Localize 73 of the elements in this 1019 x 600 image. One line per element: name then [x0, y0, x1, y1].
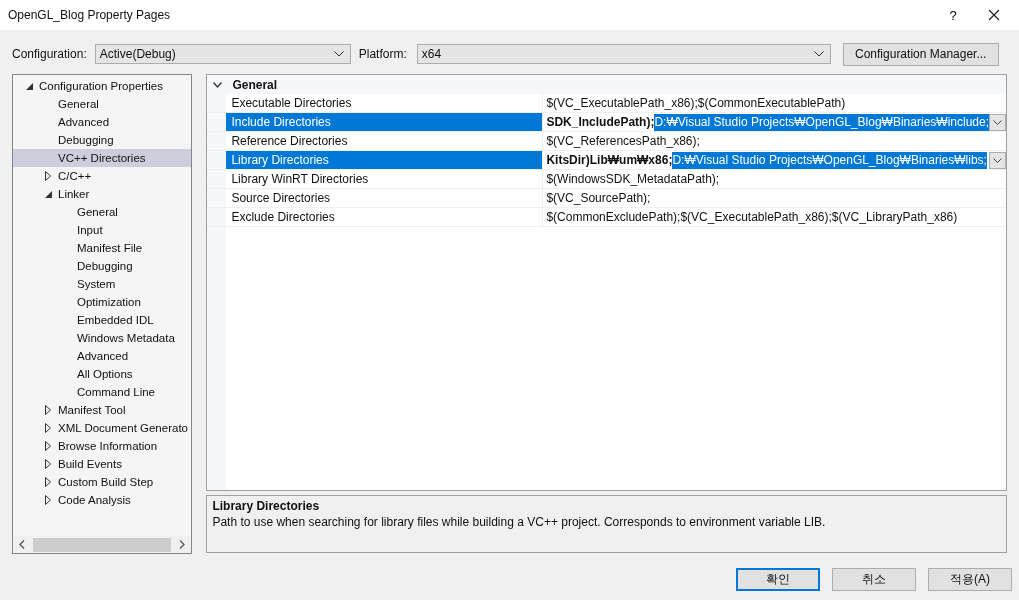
tree-item[interactable]: Manifest File [75, 239, 145, 257]
close-icon [988, 9, 1000, 21]
horizontal-scrollbar[interactable] [13, 536, 192, 553]
tree-item[interactable]: Custom Build Step [56, 473, 156, 491]
tree-item[interactable]: Debugging [75, 257, 135, 275]
collapsed-triangle-icon[interactable] [45, 171, 51, 181]
property-value: $(VC_ReferencesPath_x86); [546, 134, 700, 148]
property-name[interactable]: Source Directories [226, 189, 543, 207]
tree-item[interactable]: System [75, 275, 118, 293]
collapsed-triangle-icon[interactable] [45, 441, 51, 451]
platform-dropdown[interactable]: x64 [416, 44, 831, 64]
scroll-right-icon[interactable] [179, 540, 186, 549]
chevron-down-icon [993, 157, 1002, 163]
property-name[interactable]: Include Directories [226, 113, 543, 131]
tree-item[interactable]: Browse Information [56, 437, 160, 455]
property-value: $(CommonExcludePath);$(VC_ExecutablePath_x86);$(VC_LibraryPath_x86) [546, 210, 958, 224]
chevron-down-icon [333, 51, 344, 57]
tree-item[interactable]: Code Analysis [56, 491, 133, 509]
property-value: KitsDir)Lib₩um₩x86; [546, 153, 673, 167]
collapsed-triangle-icon[interactable] [45, 459, 51, 469]
tree-item[interactable]: Windows Metadata [75, 329, 177, 347]
chevron-down-icon [813, 51, 824, 57]
tree-item[interactable]: Configuration Properties [37, 77, 165, 95]
selected-value-text[interactable]: D:₩Visual Studio Projects₩OpenGL_Blog₩Binaries₩libs; [672, 151, 987, 169]
tree-item[interactable]: Advanced [56, 113, 112, 131]
dropdown-button[interactable] [989, 113, 1006, 131]
expanded-triangle-icon[interactable] [44, 190, 52, 198]
tree-item[interactable]: Manifest Tool [56, 401, 128, 419]
platform-label: Platform: [358, 47, 407, 61]
property-name[interactable]: Executable Directories [226, 94, 543, 112]
collapsed-triangle-icon[interactable] [45, 477, 51, 487]
configuration-dropdown[interactable]: Active(Debug) [94, 44, 351, 64]
tree-item[interactable]: Advanced [75, 347, 131, 365]
property-value: $(VC_SourcePath); [546, 191, 651, 205]
collapsed-triangle-icon[interactable] [45, 495, 51, 505]
dropdown-button[interactable] [989, 151, 1006, 169]
description-text: Path to use when searching for library files while building a VC++ project. Corresponds to environment variable LIB. [212, 515, 827, 529]
tree-item[interactable]: Embedded IDL [75, 311, 156, 329]
chevron-down-icon[interactable] [213, 81, 223, 88]
dialog-button[interactable]: 취소 [832, 568, 916, 591]
window-title: OpenGL_Blog Property Pages [8, 8, 172, 22]
configuration-manager-button[interactable]: Configuration Manager... [842, 42, 999, 66]
property-name[interactable]: Reference Directories [226, 132, 543, 150]
collapsed-triangle-icon[interactable] [45, 405, 51, 415]
selected-value-text[interactable]: D:₩Visual Studio Projects₩OpenGL_Blog₩Binaries₩include; [654, 113, 989, 131]
tree-item[interactable]: Build Events [56, 455, 124, 473]
dialog-button[interactable]: 확인 [736, 568, 820, 591]
tree-item[interactable]: Command Line [75, 383, 157, 401]
tree-item[interactable]: General [75, 203, 120, 221]
help-button[interactable]: ? [935, 0, 971, 30]
chevron-down-icon [993, 119, 1002, 125]
property-value: $(VC_ExecutablePath_x86);$(CommonExecutablePath) [546, 96, 846, 110]
scroll-left-icon[interactable] [19, 540, 25, 549]
collapsed-triangle-icon[interactable] [45, 423, 51, 433]
tree-item[interactable]: General [56, 95, 101, 113]
property-value: SDK_IncludePath); [546, 115, 655, 129]
tree-item[interactable]: Input [75, 221, 105, 239]
configuration-label: Configuration: [12, 47, 87, 61]
tree-item[interactable]: XML Document Generato [56, 419, 190, 437]
tree-item[interactable]: C/C++ [56, 167, 94, 185]
scrollbar-thumb[interactable] [33, 537, 172, 552]
category-title: General [232, 77, 278, 92]
tree-item[interactable]: Optimization [75, 293, 143, 311]
property-name[interactable]: Library WinRT Directories [226, 170, 543, 188]
tree-item[interactable]: Debugging [56, 131, 116, 149]
description-title: Library Directories [212, 499, 321, 513]
property-value: $(WindowsSDK_MetadataPath); [546, 172, 720, 186]
expanded-triangle-icon[interactable] [25, 82, 33, 90]
property-name[interactable]: Library Directories [226, 151, 543, 169]
tree-item[interactable]: All Options [75, 365, 135, 383]
tree-item[interactable]: Linker [56, 185, 92, 203]
dialog-button[interactable]: 적용(A) [928, 568, 1012, 591]
property-name[interactable]: Exclude Directories [226, 208, 543, 226]
